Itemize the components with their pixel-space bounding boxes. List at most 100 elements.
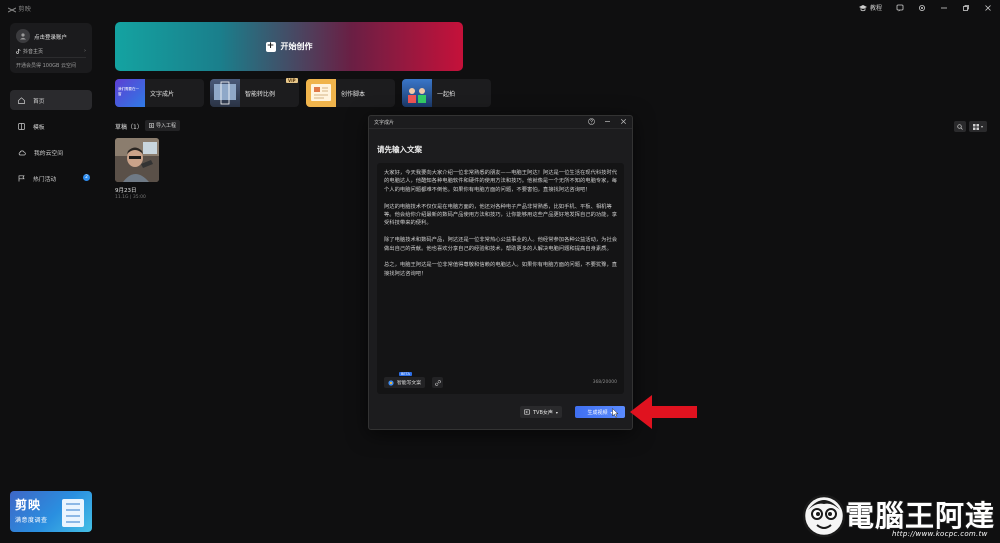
survey-promo-banner[interactable]: 剪映 满意度调查 (10, 491, 92, 532)
tutorial-button[interactable]: 教程 (858, 3, 882, 12)
script-text[interactable]: 大家好，今天我要向大家介绍一位非常熟悉的朋友——电脑王阿达！阿达是一位生活在现代… (384, 169, 618, 287)
beta-badge: BETA (399, 372, 412, 376)
feature-text-to-video[interactable]: 我们需要在一窗 文字成片 (115, 79, 204, 107)
minimize-icon[interactable] (604, 118, 611, 125)
sidebar: 点击登录账户 抖音主页 › 开通会员得 100GB 云空间 首页 模板 我的云空… (0, 18, 104, 543)
character-counter: 368/20000 (592, 380, 617, 385)
close-icon[interactable] (984, 4, 992, 12)
feature-label: 创作脚本 (341, 90, 366, 98)
storage-promo[interactable]: 开通会员得 100GB 云空间 (16, 62, 76, 69)
divider (16, 57, 86, 58)
title-bar: 剪映 教程 (0, 0, 1000, 18)
watermark-mascot-icon (802, 494, 846, 538)
watermark: 電腦王阿達 http://www.kocpc.com.tw (800, 490, 1000, 543)
voice-select[interactable]: TVB女声 ▾ (520, 406, 562, 418)
capcut-logo-icon (7, 7, 17, 12)
chevron-right-icon: › (84, 48, 86, 54)
user-icon (20, 33, 26, 40)
survey-document-icon (62, 499, 84, 527)
view-toggle-button[interactable]: ▾ (969, 121, 987, 132)
feature-shoot-together[interactable]: 一起拍 (402, 79, 491, 107)
restore-icon[interactable] (962, 4, 970, 12)
feature-thumb-text: 我们需要在一窗 (118, 87, 139, 96)
script-board-icon (311, 84, 331, 101)
drafts-title: 草稿（1） (115, 124, 143, 131)
voice-label: TVB女声 (533, 409, 553, 416)
promo-title: 剪映 (15, 498, 42, 512)
sidebar-item-events[interactable]: 热门活动 2 (10, 168, 92, 188)
feature-script[interactable]: 创作脚本 (306, 79, 395, 107)
app-name: 剪映 (18, 6, 32, 13)
feature-thumbnail (402, 79, 432, 107)
feature-thumbnail (306, 79, 336, 107)
generate-video-label: 生成视频 (587, 409, 608, 416)
help-icon[interactable] (588, 118, 595, 125)
minimize-icon[interactable] (940, 4, 948, 12)
feature-thumbnail (210, 79, 240, 107)
login-link[interactable]: 点击登录账户 (34, 33, 67, 41)
feature-thumbnail: 我们需要在一窗 (115, 79, 145, 107)
draft-meta: 11.1G | 35:00 (115, 195, 146, 200)
sidebar-item-templates[interactable]: 模板 (10, 116, 92, 136)
sidebar-nav: 首页 模板 我的云空间 热门活动 2 (10, 90, 92, 194)
draft-date: 9月23日 (115, 188, 137, 194)
phone-frames-icon (214, 81, 236, 105)
script-paragraph: 总之，电脑王阿达是一位非常值得尊敬和信赖的电脑达人。如果你有电脑方面的问题，不要… (384, 262, 618, 277)
feature-label: 文字成片 (150, 90, 175, 98)
script-paragraph: 阿达的电脑技术不仅仅是在电脑方面的，他还对各种电子产品非常熟悉，比如手机、平板、… (384, 203, 618, 227)
search-button[interactable] (954, 121, 966, 132)
voice-icon (524, 409, 530, 415)
app-logo: 剪映 (7, 4, 32, 13)
feature-smart-ratio[interactable]: 智能转比例 VIP (210, 78, 299, 107)
draft-thumbnail[interactable] (115, 138, 159, 182)
avatar[interactable] (16, 29, 30, 43)
sparkle-icon (388, 379, 394, 386)
search-icon (957, 123, 963, 130)
sidebar-item-cloud[interactable]: 我的云空间 (10, 142, 92, 162)
people-icon (408, 88, 426, 103)
dialog-header-title: 文字成片 (374, 119, 395, 126)
text-to-video-dialog: 文字成片 请先输入文案 大家好，今天我要向大家介绍一位非常熟悉的朋友——电脑王阿… (368, 115, 633, 430)
mouse-cursor-icon (612, 408, 619, 418)
smart-copywriting-button[interactable]: 智能写文案 (384, 377, 425, 388)
vip-badge: VIP (286, 78, 298, 83)
tiktok-icon (16, 49, 21, 54)
draft-toolbar: ▾ (954, 121, 987, 132)
start-creating-label: 开始创作 (280, 42, 313, 51)
sidebar-item-label: 首页 (33, 98, 45, 105)
start-creating-button[interactable]: + 开始创作 (115, 22, 463, 71)
import-icon (149, 123, 154, 128)
sidebar-item-label: 热门活动 (33, 176, 57, 183)
watermark-title: 電腦王阿達 (844, 498, 996, 534)
sidebar-item-home[interactable]: 首页 (10, 90, 92, 110)
watermark-url: http://www.kocpc.com.tw (892, 530, 988, 538)
home-icon (18, 96, 25, 104)
red-arrow-annotation-icon (630, 395, 697, 429)
tiktok-home-label: 抖音主页 (23, 49, 44, 55)
grid-view-icon (972, 123, 979, 130)
chevron-down-icon: ▾ (980, 124, 983, 129)
script-paragraph: 大家好，今天我要向大家介绍一位非常熟悉的朋友——电脑王阿达！阿达是一位生活在现代… (384, 170, 618, 193)
link-icon (434, 379, 441, 386)
chevron-down-icon: ▾ (555, 409, 558, 415)
plus-icon: + (265, 41, 276, 52)
promo-subtitle: 满意度调查 (15, 517, 48, 524)
sidebar-item-label: 模板 (33, 124, 45, 131)
script-textarea[interactable]: 大家好，今天我要向大家介绍一位非常熟悉的朋友——电脑王阿达！阿达是一位生活在现代… (377, 163, 624, 394)
import-project-button[interactable]: 导入工程 (145, 120, 181, 131)
dialog-header: 文字成片 (369, 116, 632, 129)
user-card[interactable]: 点击登录账户 抖音主页 › 开通会员得 100GB 云空间 (10, 23, 92, 73)
template-icon (18, 122, 25, 130)
tiktok-home-link[interactable]: 抖音主页 (16, 48, 43, 55)
settings-icon[interactable] (918, 4, 926, 12)
link-button[interactable] (432, 377, 443, 388)
graduation-cap-icon (858, 4, 867, 11)
smart-copywriting-label: 智能写文案 (397, 381, 421, 386)
cloud-icon (18, 150, 26, 155)
draft-preview-image (115, 138, 159, 182)
close-icon[interactable] (620, 118, 627, 125)
flag-icon (18, 174, 25, 181)
sidebar-item-label: 我的云空间 (34, 150, 63, 157)
feedback-icon[interactable] (896, 4, 904, 12)
feature-label: 一起拍 (437, 90, 456, 98)
